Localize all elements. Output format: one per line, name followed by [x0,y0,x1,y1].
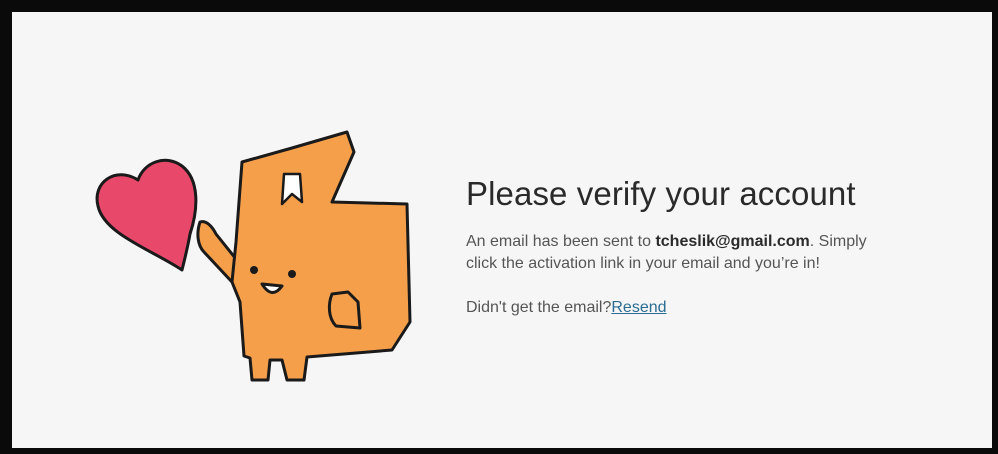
verify-card: Please verify your account An email has … [12,12,992,448]
resend-row: Didn't get the email?Resend [466,299,966,317]
message-prefix: An email has been sent to [466,233,656,250]
message-line2: click the activation link in your email … [466,255,820,272]
verify-message: An email has been sent to tcheslik@gmail… [466,231,966,275]
heart-icon [95,158,198,272]
message-line1-suffix: . Simply [809,233,867,250]
box-mascot-holding-heart-icon [95,130,412,382]
verify-content: Please verify your account An email has … [466,175,966,317]
resend-link[interactable]: Resend [611,299,666,316]
page-title: Please verify your account [466,175,856,212]
user-email: tcheslik@gmail.com [655,233,810,250]
resend-prompt: Didn't get the email? [466,299,612,316]
